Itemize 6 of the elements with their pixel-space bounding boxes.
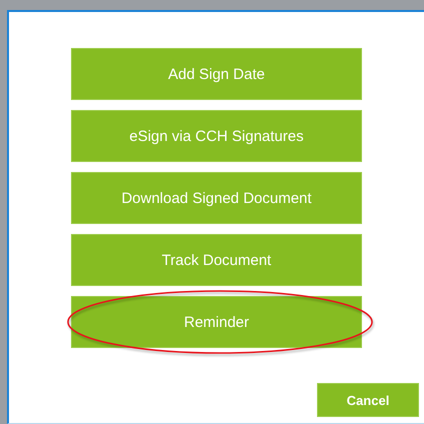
action-button[interactable]: Reminder <box>71 296 362 348</box>
action-button[interactable]: Add Sign Date <box>71 48 362 100</box>
cancel-button[interactable]: Cancel <box>317 383 419 417</box>
action-button[interactable]: Download Signed Document <box>71 172 362 224</box>
action-button[interactable]: Track Document <box>71 234 362 286</box>
action-button[interactable]: eSign via CCH Signatures <box>71 110 362 162</box>
